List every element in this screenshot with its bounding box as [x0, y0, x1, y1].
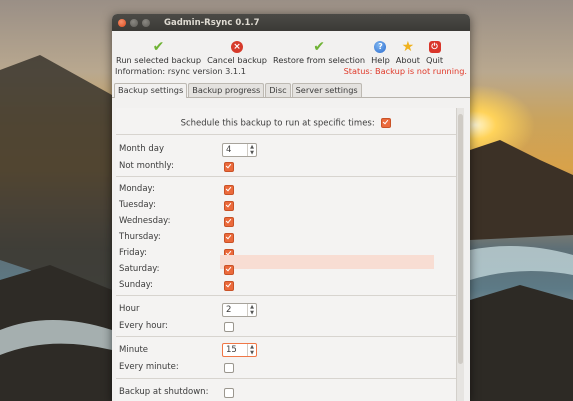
divider — [116, 176, 456, 177]
quit-label: Quit — [426, 55, 444, 65]
cancel-backup-label: Cancel backup — [207, 55, 267, 65]
right-rock — [470, 140, 573, 240]
schedule-row: Schedule this backup to run at specific … — [116, 118, 456, 129]
divider — [116, 134, 456, 135]
saturday-label: Saturday: — [119, 264, 160, 274]
about-label: About — [395, 55, 421, 65]
stepper-arrows-icon[interactable]: ▲ ▼ — [247, 304, 256, 316]
divider — [116, 378, 456, 379]
sunday-checkbox[interactable] — [224, 281, 234, 291]
stepper-arrows-icon[interactable]: ▲ ▼ — [247, 344, 256, 356]
restore-label: Restore from selection — [273, 55, 366, 65]
tab-server-settings[interactable]: Server settings — [291, 83, 362, 97]
status-text: Status: Backup is not running. — [343, 66, 467, 76]
check-icon: ✔ — [313, 38, 325, 55]
left-rock — [0, 55, 112, 300]
app-window: Gadmin-Rsync 0.1.7 ✔ Run selected backup… — [112, 14, 470, 401]
saturday-row-highlight — [220, 255, 434, 269]
title-bar: Gadmin-Rsync 0.1.7 — [112, 14, 470, 31]
every-minute-checkbox[interactable] — [224, 363, 234, 373]
cancel-icon: × — [231, 39, 244, 54]
minute-stepper[interactable]: 15 ▲ ▼ — [222, 343, 257, 357]
monday-label: Monday: — [119, 184, 155, 194]
tab-backup-progress[interactable]: Backup progress — [188, 83, 265, 97]
not-monthly-label: Not monthly: — [119, 161, 174, 171]
every-hour-label: Every hour: — [119, 321, 169, 331]
help-label: Help — [371, 55, 390, 65]
month-day-value: 4 — [226, 145, 232, 155]
tab-disc[interactable]: Disc — [265, 83, 291, 97]
scrollbar-thumb[interactable] — [458, 114, 463, 364]
thursday-checkbox[interactable] — [224, 233, 234, 243]
cancel-backup-button[interactable]: × Cancel backup — [207, 39, 267, 65]
schedule-label: Schedule this backup to run at specific … — [180, 118, 375, 129]
help-icon: ? — [374, 39, 387, 54]
star-icon: ★ — [401, 38, 415, 55]
sunday-label: Sunday: — [119, 280, 154, 290]
friday-label: Friday: — [119, 248, 148, 258]
month-day-label: Month day — [119, 144, 164, 154]
month-day-stepper[interactable]: 4 ▲ ▼ — [222, 143, 257, 157]
tab-backup-settings[interactable]: Backup settings — [114, 83, 188, 98]
tab-bar: Backup settings Backup progress Disc Ser… — [112, 83, 470, 98]
every-minute-label: Every minute: — [119, 362, 179, 372]
minute-label: Minute — [119, 345, 149, 355]
info-row: Information: rsync version 3.1.1 Status:… — [112, 65, 470, 77]
check-icon: ✔ — [152, 38, 165, 55]
vertical-scrollbar[interactable] — [456, 108, 464, 401]
wednesday-label: Wednesday: — [119, 216, 171, 226]
run-backup-button[interactable]: ✔ Run selected backup — [116, 38, 202, 66]
every-hour-checkbox[interactable] — [224, 322, 234, 332]
backup-shutdown-checkbox[interactable] — [224, 388, 234, 398]
not-monthly-checkbox[interactable] — [224, 162, 234, 172]
minimize-window-button[interactable] — [130, 18, 138, 27]
information-text: Information: rsync version 3.1.1 — [115, 66, 246, 76]
power-icon: ⏻ — [428, 39, 441, 54]
maximize-window-button[interactable] — [142, 18, 150, 27]
thursday-label: Thursday: — [119, 232, 161, 242]
restore-button[interactable]: ✔ Restore from selection — [273, 38, 366, 66]
backup-shutdown-label: Backup at shutdown: — [119, 387, 209, 397]
toolbar: ✔ Run selected backup × Cancel backup ✔ … — [112, 31, 470, 66]
stepper-arrows-icon[interactable]: ▲ ▼ — [247, 144, 256, 156]
wednesday-checkbox[interactable] — [224, 217, 234, 227]
quit-button[interactable]: ⏻ Quit — [426, 39, 443, 65]
monday-checkbox[interactable] — [224, 185, 234, 195]
minute-value: 15 — [226, 345, 237, 355]
about-button[interactable]: ★ About — [395, 38, 421, 66]
window-title: Gadmin-Rsync 0.1.7 — [164, 17, 260, 28]
tuesday-label: Tuesday: — [119, 200, 156, 210]
settings-panel: Schedule this backup to run at specific … — [116, 108, 464, 401]
hour-value: 2 — [226, 305, 232, 315]
hour-label: Hour — [119, 304, 140, 314]
hour-stepper[interactable]: 2 ▲ ▼ — [222, 303, 257, 317]
help-button[interactable]: ? Help — [371, 39, 390, 65]
schedule-checkbox[interactable] — [381, 118, 392, 128]
saturday-checkbox[interactable] — [224, 265, 234, 275]
run-backup-label: Run selected backup — [116, 55, 202, 65]
close-window-button[interactable] — [118, 18, 126, 27]
tuesday-checkbox[interactable] — [224, 201, 234, 211]
right-rock-low — [470, 285, 573, 401]
sea-foam — [470, 246, 573, 280]
divider — [116, 336, 456, 337]
divider — [116, 295, 456, 296]
